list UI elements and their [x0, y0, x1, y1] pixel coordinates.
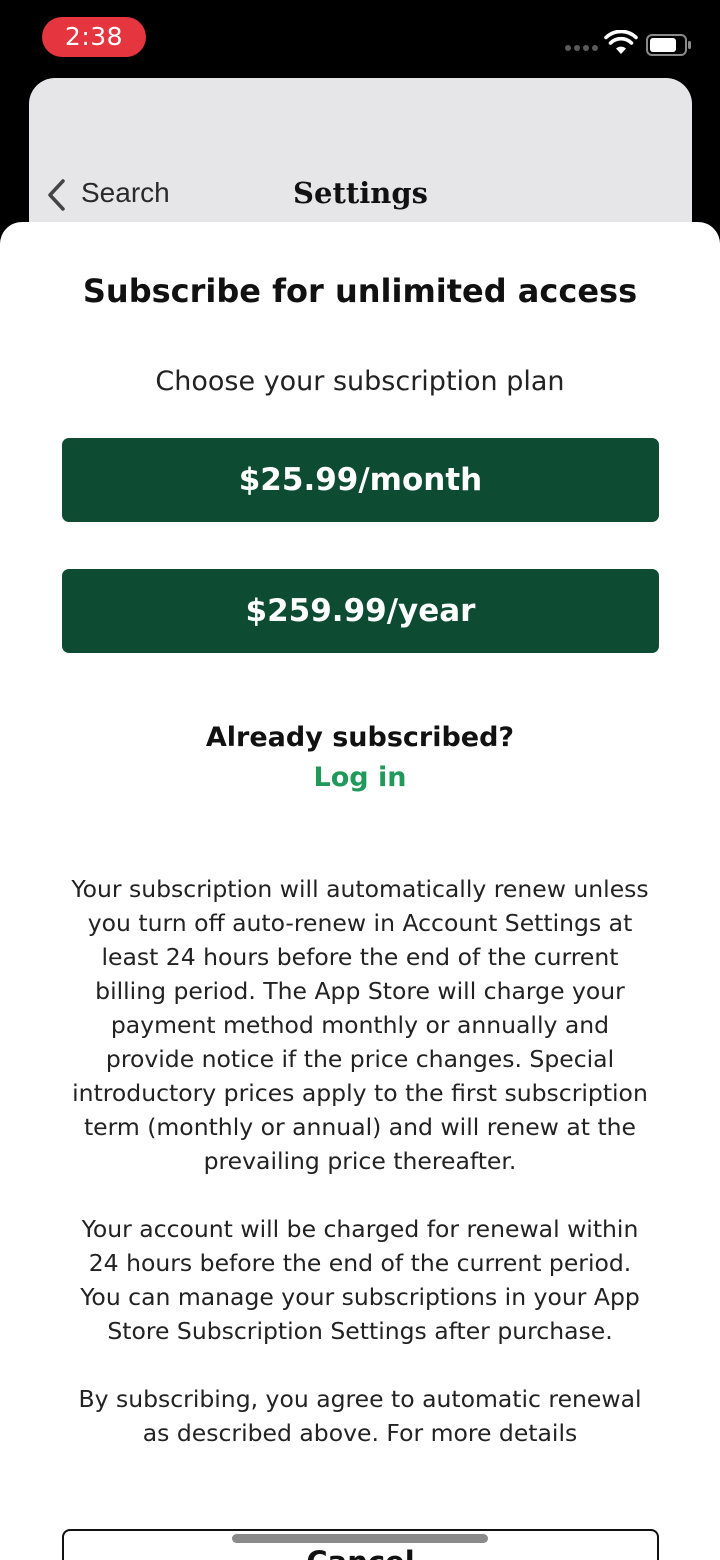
battery-icon — [646, 34, 691, 56]
wifi-icon — [604, 30, 638, 54]
terms-paragraph-renewal: Your subscription will automatically ren… — [71, 875, 649, 1175]
subscription-sheet: Subscribe for unlimited access Choose yo… — [0, 222, 720, 1560]
terms-paragraph-charges: Your account will be charged for renewal… — [80, 1215, 640, 1345]
sheet-title: Subscribe for unlimited access — [82, 272, 638, 310]
terms-paragraph-agreement: By subscribing, you agree to automatic r… — [78, 1385, 642, 1447]
page-title: Settings — [293, 176, 428, 210]
already-subscribed-label: Already subscribed? — [205, 722, 515, 753]
scroll-fade — [0, 1484, 720, 1508]
terms-text: Your subscription will automatically ren… — [68, 872, 652, 1484]
monthly-plan-button[interactable]: $25.99/month — [62, 438, 659, 522]
yearly-plan-button[interactable]: $259.99/year — [62, 569, 659, 653]
sheet-subtitle: Choose your subscription plan — [155, 366, 565, 397]
status-time[interactable]: 2:38 — [42, 17, 146, 57]
signal-dots-icon — [565, 45, 599, 53]
status-bar: 2:38 — [0, 0, 720, 78]
login-link[interactable]: Log in — [0, 762, 720, 793]
home-indicator[interactable] — [232, 1534, 488, 1543]
